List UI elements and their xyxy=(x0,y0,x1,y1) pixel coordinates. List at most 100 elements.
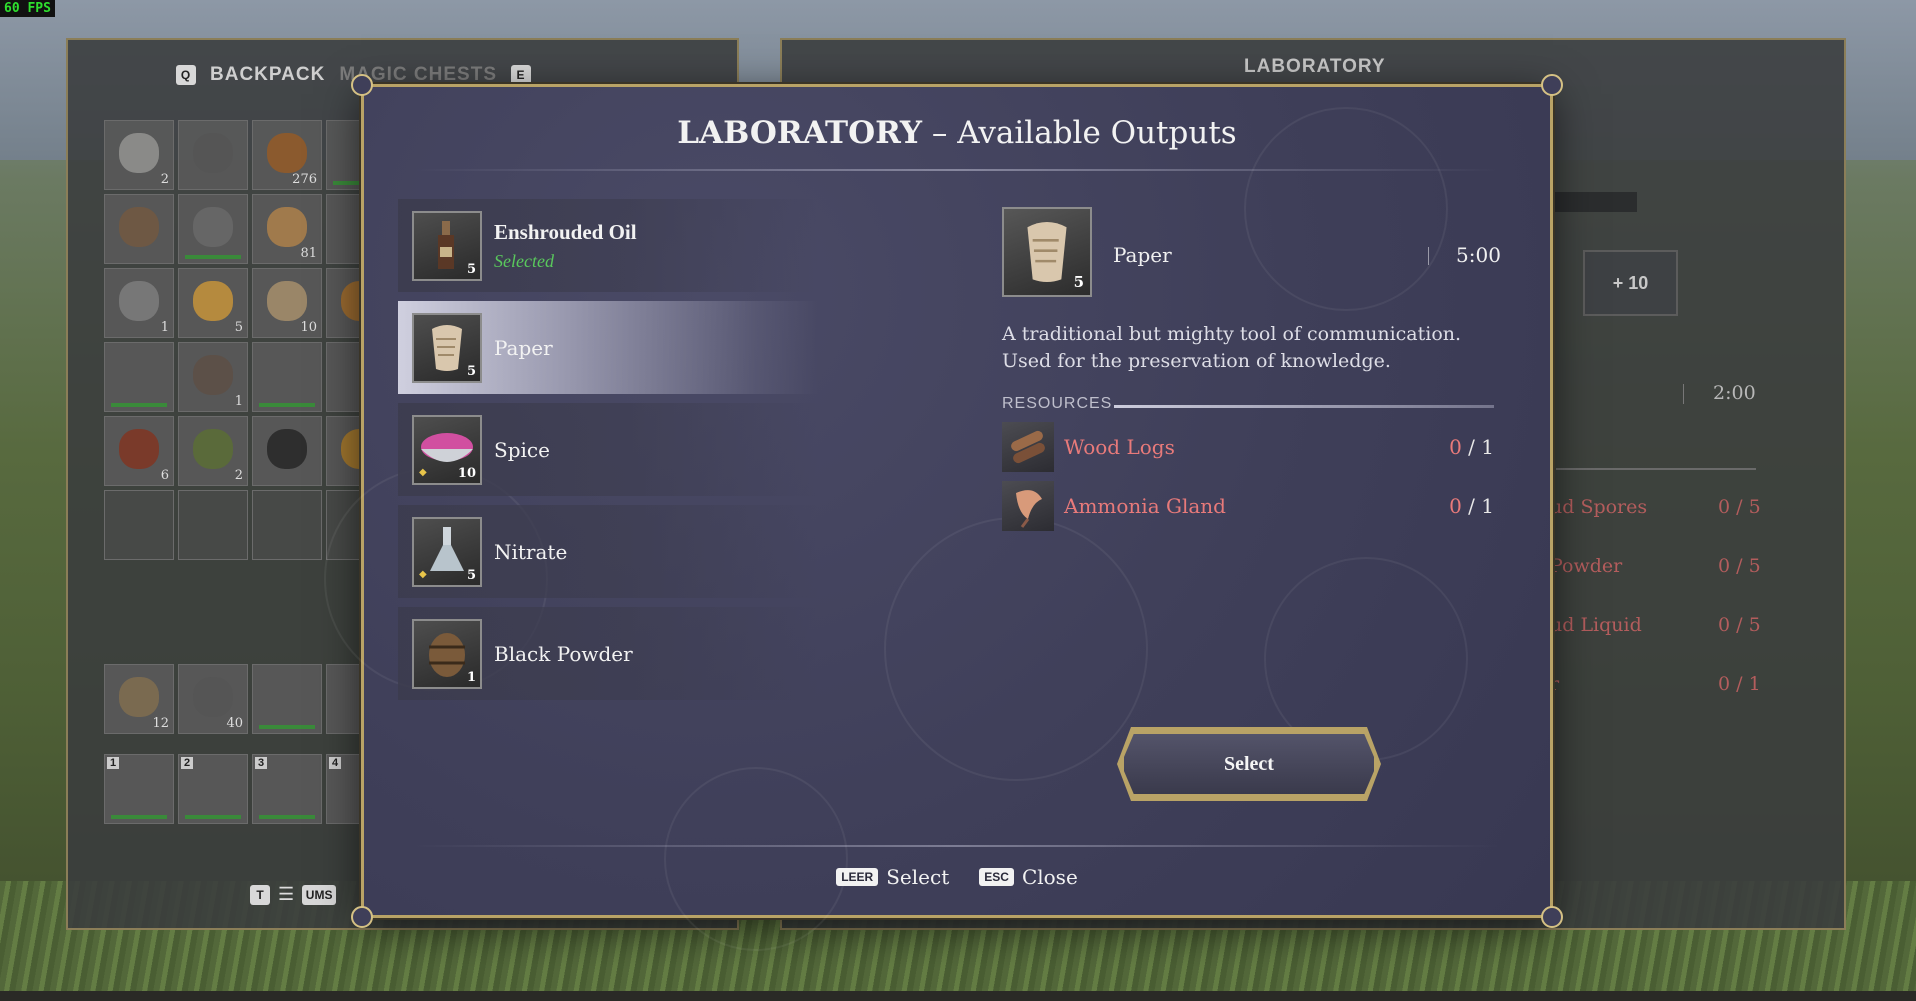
ammonia-gland-icon xyxy=(1002,481,1054,531)
bottom-bar xyxy=(0,991,1916,1001)
inventory-slot[interactable] xyxy=(178,194,248,264)
resource-name: ud Liquid xyxy=(1550,614,1642,636)
output-item-spice[interactable]: ◆ 10 Spice xyxy=(398,403,818,496)
item-icon xyxy=(193,133,233,173)
tab-prev-key: Q xyxy=(176,65,196,85)
output-item-nitrate[interactable]: ◆ 5 Nitrate xyxy=(398,505,818,598)
esc-key-icon: ESC xyxy=(979,868,1014,886)
resources-label: RESOURCES xyxy=(1002,395,1113,412)
inventory-slot[interactable]: 2 xyxy=(178,416,248,486)
resource-name: Ammonia Gland xyxy=(1064,494,1226,518)
item-icon xyxy=(267,429,307,469)
inventory-slot[interactable] xyxy=(252,490,322,560)
output-item-paper[interactable]: 5 Paper xyxy=(398,301,818,394)
output-name: Black Powder xyxy=(494,641,633,666)
hotbar-grid: 1 2 3 4 xyxy=(104,754,396,824)
divider xyxy=(414,169,1500,171)
inventory-slot[interactable] xyxy=(104,194,174,264)
item-icon xyxy=(119,281,159,321)
paper-icon: 5 xyxy=(412,312,482,383)
inventory-slot[interactable]: 276 xyxy=(252,120,322,190)
inventory-slot[interactable] xyxy=(178,490,248,560)
inventory-slot[interactable]: 81 xyxy=(252,194,322,264)
item-icon xyxy=(267,133,307,173)
item-icon xyxy=(267,207,307,247)
craft-time: 2:00 xyxy=(1713,382,1756,404)
output-list: 5 Enshrouded Oil Selected 5 Paper ◆ 10 S… xyxy=(398,199,818,709)
wood-logs-icon xyxy=(1002,422,1054,472)
backpack-grid: 2 276 81 1 5 10 1 6 2 xyxy=(104,120,396,560)
plus-ten-button[interactable]: + 10 xyxy=(1583,250,1678,316)
space-key-icon: LEER xyxy=(836,868,879,886)
inventory-slot[interactable]: 1 xyxy=(104,268,174,338)
detail-craft-time: 5:00 xyxy=(1456,243,1501,267)
inventory-slot[interactable]: 5 xyxy=(178,268,248,338)
tab-next-key: E xyxy=(511,65,531,85)
inventory-slot[interactable]: 6 xyxy=(104,416,174,486)
inventory-slot[interactable] xyxy=(252,416,322,486)
footer-close[interactable]: ESC Close xyxy=(979,865,1078,889)
resource-qty: 0 / 1 xyxy=(1449,494,1494,518)
resource-name: ud Spores xyxy=(1550,496,1648,518)
resource-row-wood-logs: Wood Logs 0 / 1 xyxy=(1002,421,1502,473)
selected-status: Selected xyxy=(494,250,554,271)
inventory-slot[interactable] xyxy=(104,490,174,560)
detail-description: A traditional but mighty tool of communi… xyxy=(1002,323,1462,372)
resource-qty: 0 / 5 xyxy=(1718,555,1761,577)
dialog-title: LABORATORY – Available Outputs xyxy=(677,115,1237,151)
paper-icon: 5 xyxy=(1002,207,1092,297)
inventory-slot[interactable]: 10 xyxy=(252,268,322,338)
resource-qty: 0 / 5 xyxy=(1718,496,1761,518)
footer-select[interactable]: LEER Select xyxy=(836,865,949,889)
item-icon xyxy=(193,281,233,321)
resource-name: Wood Logs xyxy=(1064,435,1175,459)
available-outputs-dialog: LABORATORY – Available Outputs 5 Enshrou… xyxy=(324,74,1563,951)
resource-qty: 0 / 1 xyxy=(1718,673,1761,695)
resource-qty: 0 / 5 xyxy=(1718,614,1761,636)
inventory-slot[interactable] xyxy=(178,120,248,190)
tab-backpack[interactable]: BACKPACK xyxy=(210,64,325,86)
oil-bottle-icon: 5 xyxy=(412,210,482,281)
divider xyxy=(414,845,1500,847)
hotbar-slot-3[interactable]: 3 xyxy=(252,754,322,824)
barrel-icon: 1 xyxy=(412,618,482,689)
frame-ornament xyxy=(351,906,373,928)
belt-slot[interactable]: 40 xyxy=(178,664,248,734)
belt-grid: 12 40 xyxy=(104,664,396,734)
output-name: Enshrouded Oil xyxy=(494,219,637,244)
belt-slot[interactable]: 12 xyxy=(104,664,174,734)
item-icon xyxy=(193,355,233,395)
output-name: Paper xyxy=(494,335,553,360)
fps-counter: 60 FPS xyxy=(0,0,55,17)
resource-row-ammonia-gland: Ammonia Gland 0 / 1 xyxy=(1002,480,1502,532)
flask-icon: ◆ 5 xyxy=(412,516,482,587)
detail-name: Paper xyxy=(1113,243,1172,267)
sort-controls: T ☰ UMS xyxy=(250,884,337,905)
item-icon xyxy=(193,207,233,247)
frame-ornament xyxy=(1541,74,1563,96)
sort-key[interactable]: T xyxy=(250,884,270,905)
frame-ornament xyxy=(351,74,373,96)
inventory-slot[interactable] xyxy=(252,342,322,412)
item-icon xyxy=(119,133,159,173)
frame-ornament xyxy=(1541,906,1563,928)
inventory-slot[interactable]: 2 xyxy=(104,120,174,190)
resource-name: Powder xyxy=(1550,555,1623,577)
dialog-footer: LEER Select ESC Close xyxy=(364,865,1550,889)
sort-icon[interactable]: ☰ xyxy=(278,884,294,905)
output-name: Nitrate xyxy=(494,539,568,564)
hotbar-slot-2[interactable]: 2 xyxy=(178,754,248,824)
resource-qty: 0 / 1 xyxy=(1449,435,1494,459)
spice-bowl-icon: ◆ 10 xyxy=(412,414,482,485)
ums-key[interactable]: UMS xyxy=(302,884,337,905)
item-icon xyxy=(193,677,233,717)
belt-slot[interactable] xyxy=(252,664,322,734)
inventory-slot[interactable] xyxy=(104,342,174,412)
inventory-slot[interactable]: 1 xyxy=(178,342,248,412)
output-item-black-powder[interactable]: 1 Black Powder xyxy=(398,607,818,700)
output-item-enshrouded-oil[interactable]: 5 Enshrouded Oil Selected xyxy=(398,199,818,292)
laboratory-panel-title: LABORATORY xyxy=(1244,56,1386,77)
item-icon xyxy=(119,677,159,717)
select-button[interactable]: Select xyxy=(1121,731,1377,797)
hotbar-slot-1[interactable]: 1 xyxy=(104,754,174,824)
